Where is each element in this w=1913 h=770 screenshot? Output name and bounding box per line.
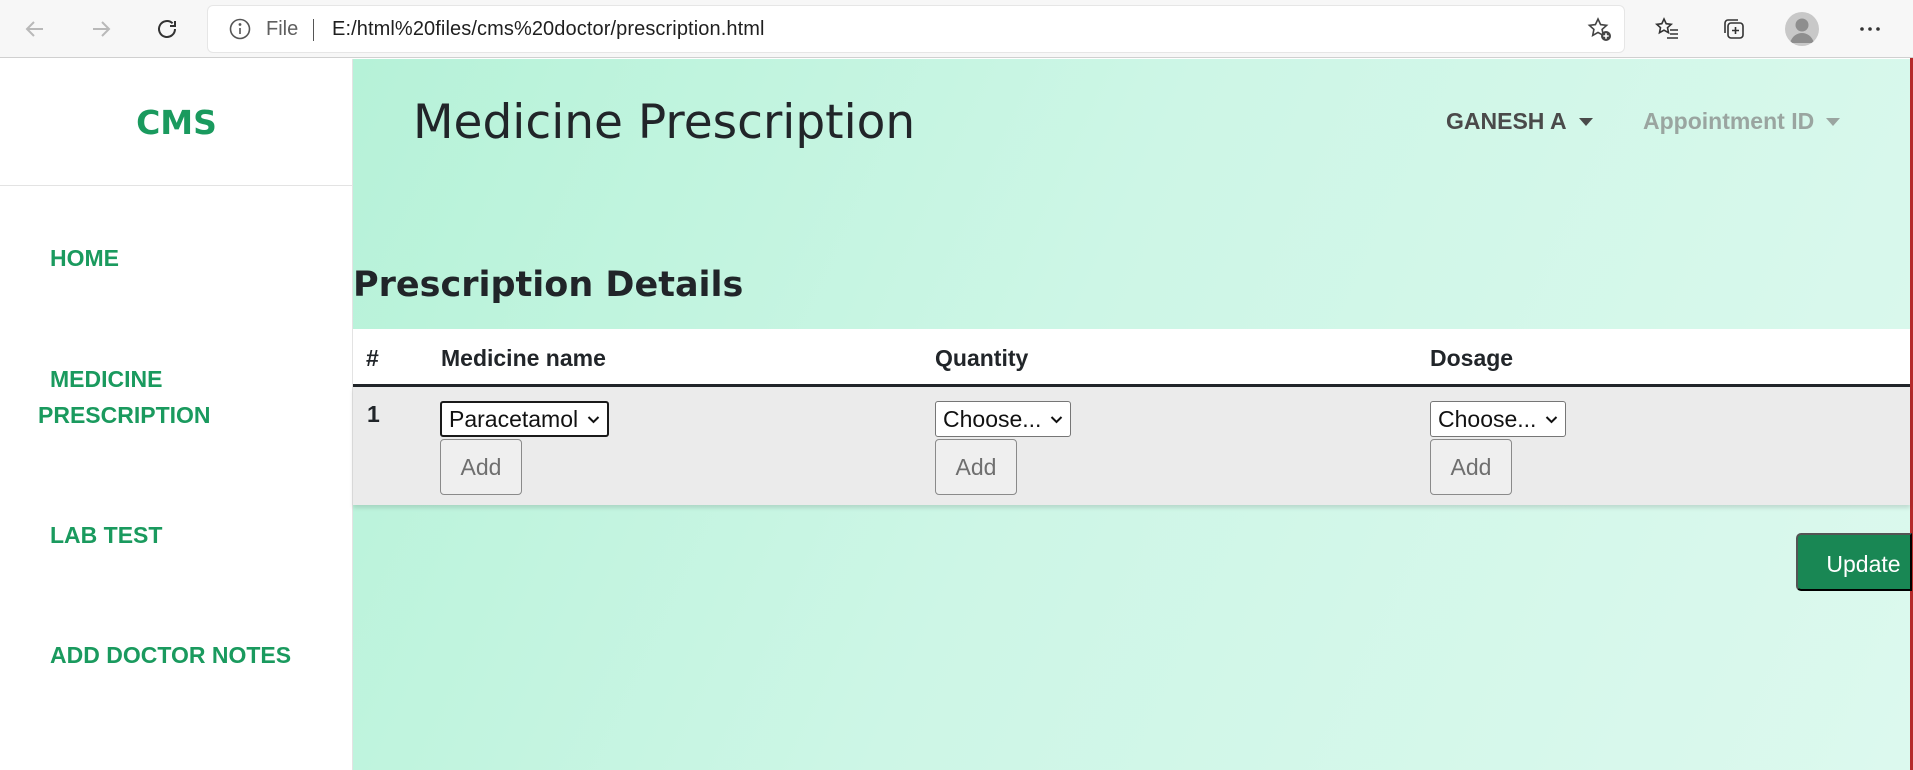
user-dropdown[interactable]: GANESH A	[1446, 108, 1593, 135]
url-scheme-label: File	[266, 18, 299, 40]
sidebar-item-home[interactable]: HOME	[50, 240, 119, 276]
appointment-dropdown[interactable]: Appointment ID	[1643, 108, 1841, 135]
collections-icon	[1724, 19, 1744, 39]
address-bar[interactable]: File E:/html%20files/cms%20doctor/prescr…	[208, 6, 1624, 52]
row-number: 1	[367, 401, 380, 427]
prescription-table: # Medicine name Quantity Dosage 1 Parace…	[353, 329, 1910, 505]
add-medicine-button[interactable]: Add	[440, 439, 522, 495]
forward-button[interactable]	[81, 9, 121, 49]
medicine-select[interactable]: Paracetamol	[440, 401, 610, 437]
brand-logo[interactable]: CMS	[0, 59, 353, 186]
section-title: Prescription Details	[353, 265, 744, 305]
back-arrow-icon	[25, 21, 43, 37]
appointment-dropdown-label: Appointment ID	[1643, 108, 1815, 134]
address-divider	[313, 19, 314, 41]
refresh-button[interactable]	[147, 9, 187, 49]
caret-down-icon	[1578, 117, 1593, 126]
chevron-down-icon	[587, 415, 600, 423]
profile-icon	[1790, 18, 1814, 43]
user-dropdown-label: GANESH A	[1446, 108, 1567, 134]
browser-toolbar: File E:/html%20files/cms%20doctor/prescr…	[0, 0, 1913, 58]
sidebar: CMS HOME MEDICINE PRESCRIPTION LAB TEST …	[0, 59, 353, 770]
column-header-dosage: Dosage	[1430, 345, 1514, 371]
column-header-medicine: Medicine name	[441, 345, 606, 371]
sidebar-item-add-doctor-notes[interactable]: ADD DOCTOR NOTES	[50, 637, 291, 673]
forward-arrow-icon	[93, 21, 111, 37]
favorites-button[interactable]	[1649, 11, 1685, 47]
refresh-icon	[158, 20, 176, 38]
column-header-number: #	[366, 345, 379, 371]
info-icon[interactable]	[228, 17, 252, 41]
dosage-select-value: Choose...	[1438, 405, 1537, 432]
quantity-select[interactable]: Choose...	[935, 401, 1072, 437]
update-button[interactable]: Update	[1796, 533, 1912, 591]
add-favorite-icon[interactable]	[1586, 16, 1614, 44]
table-header: # Medicine name Quantity Dosage	[353, 329, 1910, 387]
table-row: 1 Paracetamol Add Choose... Add Choose..…	[353, 387, 1910, 505]
medicine-cell: Paracetamol Add	[440, 401, 610, 495]
back-button[interactable]	[15, 9, 55, 49]
quantity-select-value: Choose...	[943, 405, 1042, 432]
page-title: Medicine Prescription	[413, 95, 916, 150]
more-button[interactable]	[1852, 11, 1888, 47]
sidebar-item-prescription[interactable]: PRESCRIPTION	[38, 397, 211, 433]
column-header-quantity: Quantity	[935, 345, 1029, 371]
medicine-select-value: Paracetamol	[449, 405, 579, 432]
url-text[interactable]: E:/html%20files/cms%20doctor/prescriptio…	[332, 6, 765, 52]
more-icon	[1860, 27, 1880, 31]
caret-down-icon	[1826, 117, 1841, 126]
add-dosage-button[interactable]: Add	[1430, 439, 1512, 495]
chevron-down-icon	[1051, 415, 1063, 423]
chevron-down-icon	[1546, 415, 1558, 423]
favorites-icon	[1654, 17, 1678, 39]
collections-button[interactable]	[1716, 11, 1752, 47]
add-quantity-button[interactable]: Add	[935, 439, 1017, 495]
profile-button[interactable]	[1785, 12, 1819, 46]
main-content: Medicine Prescription GANESH A Appointme…	[353, 59, 1912, 770]
sidebar-item-medicine[interactable]: MEDICINE	[50, 361, 162, 397]
dosage-cell: Choose... Add	[1430, 401, 1567, 495]
quantity-cell: Choose... Add	[935, 401, 1072, 495]
dosage-select[interactable]: Choose...	[1430, 401, 1567, 437]
sidebar-item-lab-test[interactable]: LAB TEST	[50, 517, 162, 553]
